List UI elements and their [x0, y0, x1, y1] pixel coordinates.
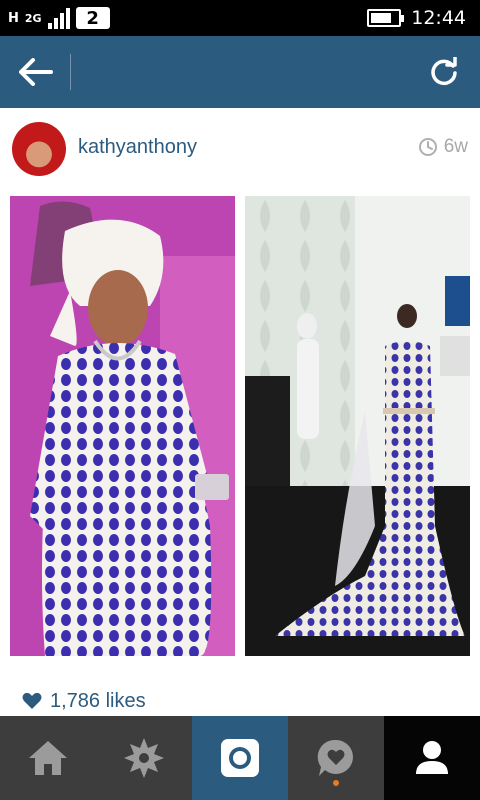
header-divider: [70, 54, 71, 90]
status-left: H 2G 2: [8, 4, 110, 32]
status-bar: H 2G 2 12:44: [0, 0, 480, 36]
refresh-button[interactable]: [422, 50, 466, 94]
notification-dot: [333, 780, 339, 786]
photo-left-illustration: [10, 196, 235, 656]
app-header: [0, 36, 480, 108]
refresh-icon: [431, 57, 457, 86]
camera-icon: [221, 739, 259, 777]
likes-row[interactable]: 1,786 likes: [0, 684, 480, 718]
arrow-left-icon: [19, 58, 53, 86]
clock-time: 12:44: [411, 7, 466, 29]
battery-icon: [367, 9, 405, 27]
post-username[interactable]: kathyanthony: [78, 136, 197, 159]
explore-icon: [124, 738, 164, 778]
sim-slot-badge: 2: [75, 7, 110, 29]
network-mode-label: 2G: [24, 11, 42, 25]
nav-camera[interactable]: [192, 716, 288, 800]
home-icon: [29, 741, 67, 775]
likes-count: 1,786 likes: [50, 689, 146, 712]
nav-explore[interactable]: [96, 716, 192, 800]
nav-home[interactable]: [0, 716, 96, 800]
nav-profile[interactable]: [384, 716, 480, 800]
bottom-nav: [0, 716, 480, 800]
news-icon: [317, 739, 353, 776]
post-time: 6w: [418, 136, 468, 158]
status-right: 12:44: [367, 4, 466, 32]
profile-icon: [416, 741, 448, 774]
post-time-ago: 6w: [443, 136, 468, 157]
network-type-label: H: [8, 10, 19, 26]
heart-icon: [22, 692, 42, 709]
post-header: kathyanthony 6w: [0, 108, 480, 188]
post-photo-left[interactable]: [10, 196, 235, 656]
photo-right-illustration: [245, 196, 470, 656]
battery-level-fill: [371, 13, 391, 23]
nav-news[interactable]: [288, 716, 384, 800]
clock-icon: [418, 138, 437, 156]
signal-strength-icon: [47, 7, 70, 29]
avatar[interactable]: [12, 122, 66, 176]
post-photo-right[interactable]: [245, 196, 470, 656]
back-button[interactable]: [14, 50, 58, 94]
